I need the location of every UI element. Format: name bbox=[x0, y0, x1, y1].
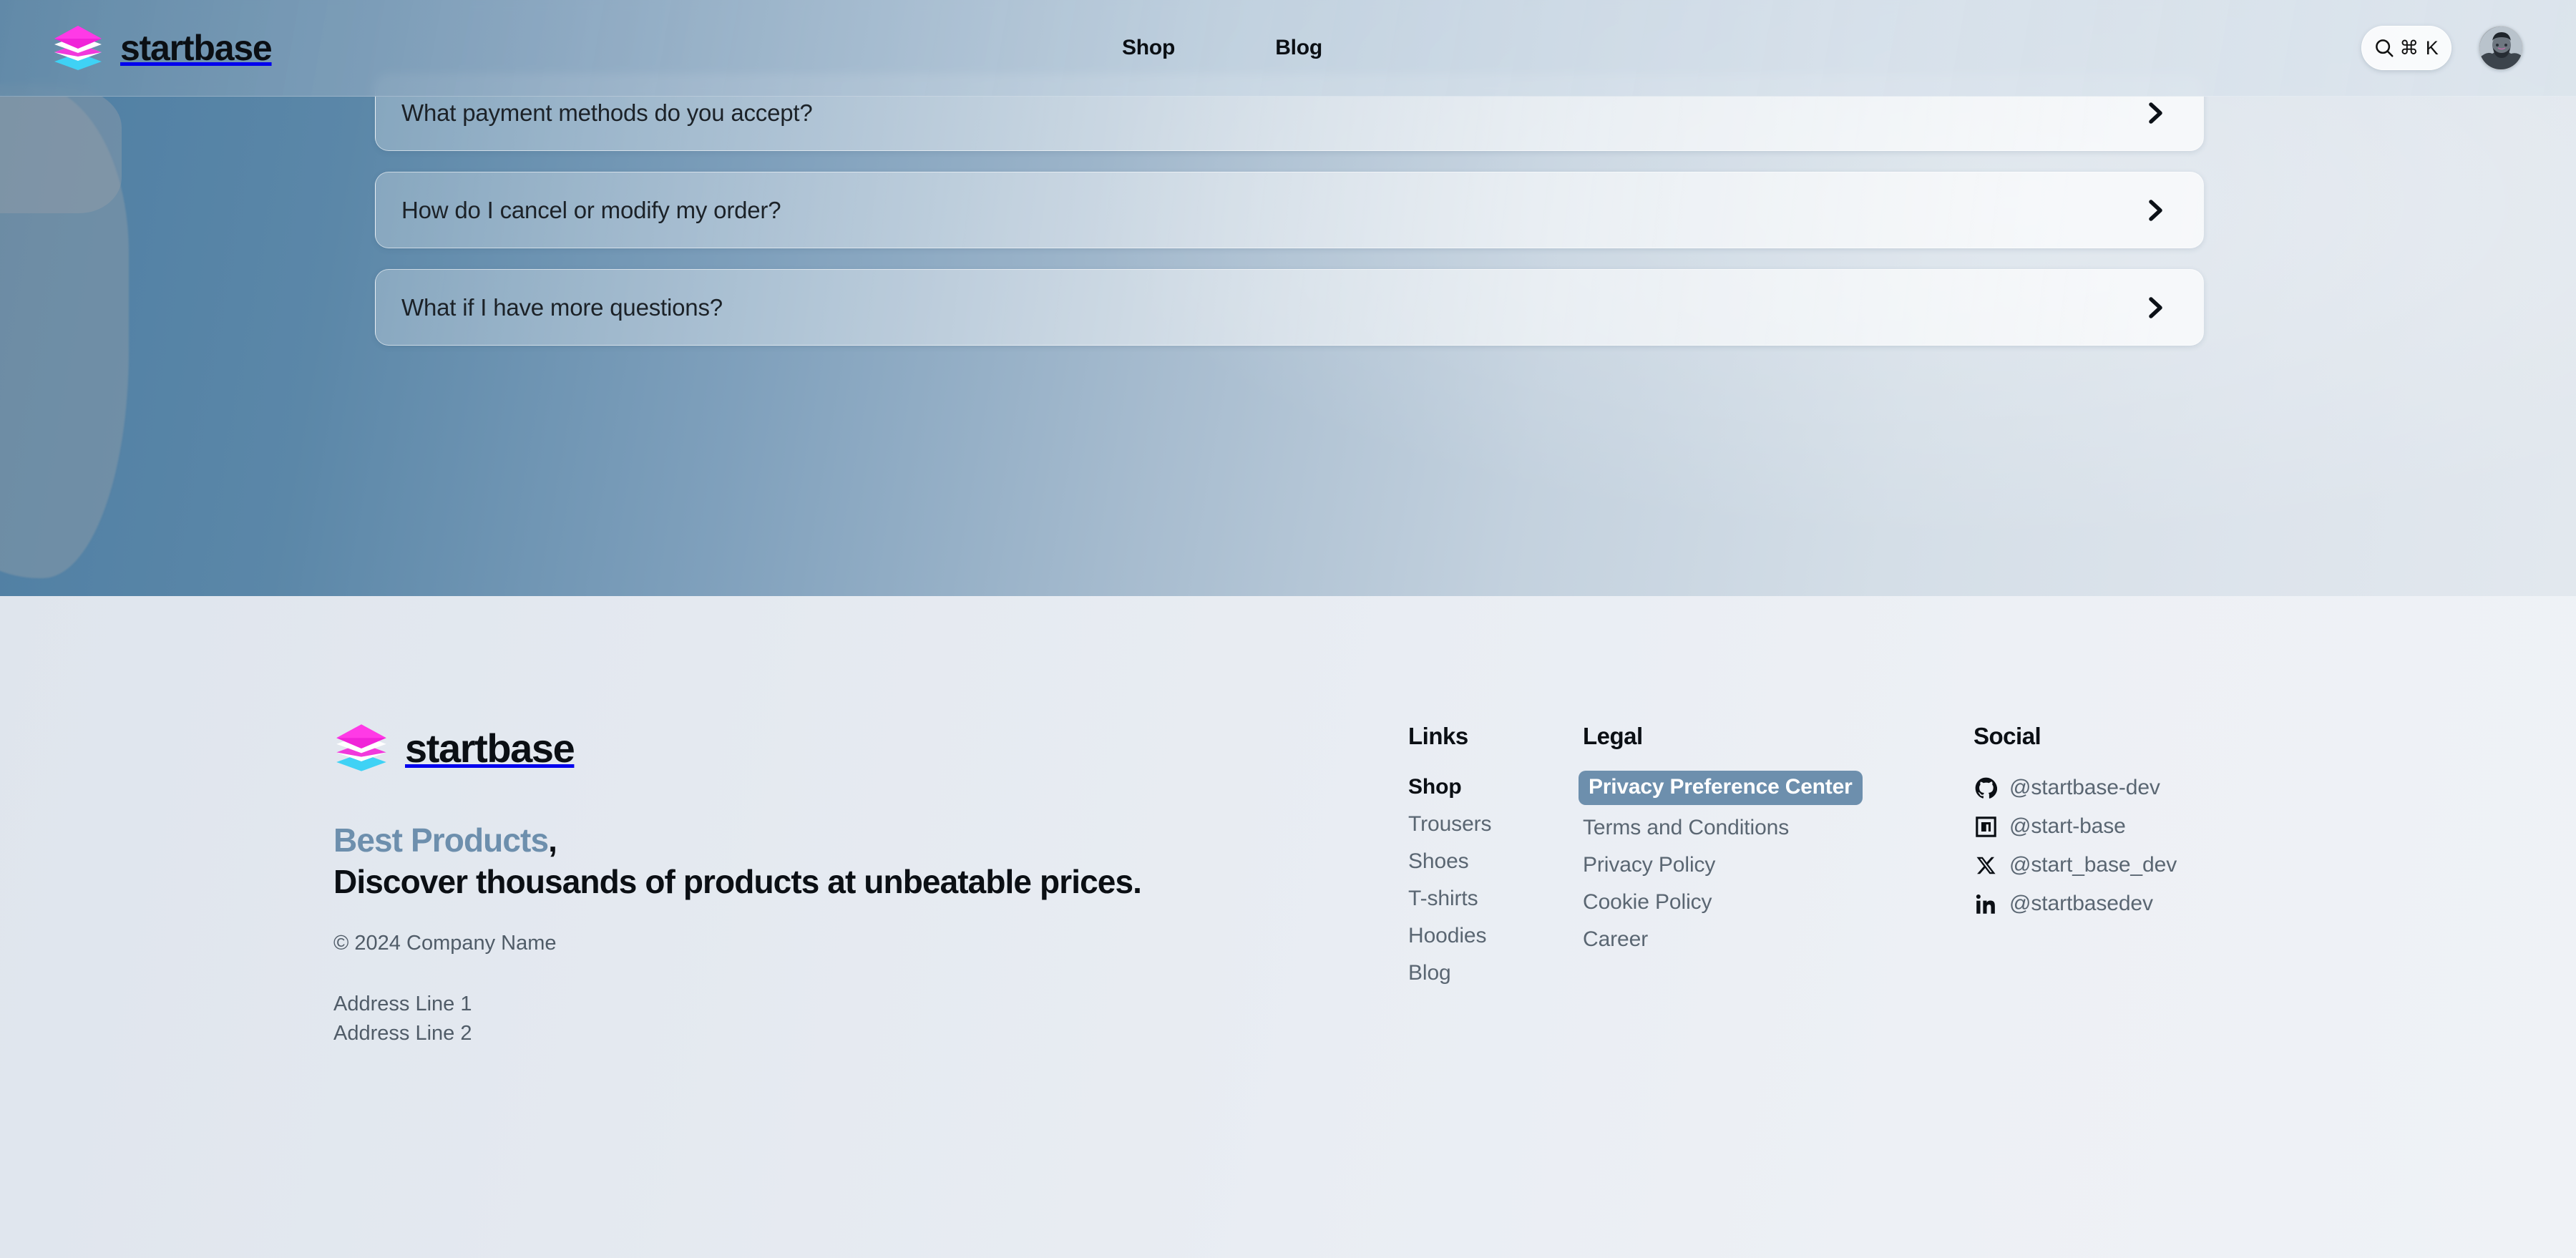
user-avatar[interactable] bbox=[2479, 26, 2523, 70]
footer-link-privacy-preference-center[interactable]: Privacy Preference Center bbox=[1579, 771, 1863, 805]
site-header: startbase Shop Blog ⌘ K bbox=[0, 0, 2576, 97]
startbase-stacked-layers-icon bbox=[52, 24, 104, 72]
brand-name-text: startbase bbox=[120, 28, 273, 68]
faq-accordion-item[interactable]: How do I cancel or modify my order? bbox=[375, 172, 2204, 248]
footer-column-title: Social bbox=[1974, 723, 2041, 749]
header-brand-logo-link[interactable]: startbase bbox=[52, 24, 273, 72]
chevron-right-icon[interactable] bbox=[2140, 97, 2172, 129]
faq-accordion: What payment methods do you accept? How … bbox=[375, 74, 2204, 346]
search-button[interactable]: ⌘ K bbox=[2361, 26, 2451, 70]
github-icon bbox=[1974, 776, 1998, 800]
npm-icon bbox=[1974, 814, 1998, 839]
footer-social-handle: @startbasedev bbox=[2009, 892, 2153, 915]
footer-column-legal: Legal Privacy Preference Center Terms an… bbox=[1579, 723, 1890, 958]
footer-social-handle: @startbase-dev bbox=[2009, 776, 2160, 799]
footer-link-tshirts[interactable]: T-shirts bbox=[1408, 880, 1587, 917]
footer-column-title: Legal bbox=[1583, 723, 1643, 749]
header-actions: ⌘ K bbox=[2361, 26, 2523, 70]
startbase-stacked-layers-icon bbox=[333, 723, 389, 773]
footer-link-cookie-policy[interactable]: Cookie Policy bbox=[1583, 884, 1890, 921]
footer-tagline-accent: Best Products bbox=[333, 821, 549, 859]
linkedin-icon bbox=[1974, 892, 1998, 916]
footer-address: Address Line 1 Address Line 2 bbox=[333, 990, 1321, 1048]
footer-link-blog[interactable]: Blog bbox=[1408, 955, 1587, 992]
footer-link-shop[interactable]: Shop bbox=[1408, 769, 1587, 806]
footer-social-handle: @start-base bbox=[2009, 814, 2126, 838]
footer-link-hoodies[interactable]: Hoodies bbox=[1408, 917, 1587, 955]
faq-question-text: What if I have more questions? bbox=[401, 293, 723, 321]
chevron-right-icon[interactable] bbox=[2140, 292, 2172, 323]
footer-copyright: © 2024 Company Name bbox=[333, 931, 557, 955]
faq-question-text: What payment methods do you accept? bbox=[401, 99, 813, 126]
footer-link-trousers[interactable]: Trousers bbox=[1408, 806, 1587, 843]
footer-social-linkedin[interactable]: @startbasedev bbox=[1974, 884, 2260, 923]
search-shortcut-label: ⌘ K bbox=[2399, 36, 2439, 59]
footer-brand-name-text: startbase bbox=[405, 725, 575, 771]
footer-address-line: Address Line 2 bbox=[333, 1022, 472, 1045]
footer-address-line: Address Line 1 bbox=[333, 992, 472, 1015]
footer-brand-block: startbase Best Products, Discover thousa… bbox=[333, 723, 1321, 1048]
faq-accordion-item[interactable]: What if I have more questions? bbox=[375, 269, 2204, 346]
page-root: What payment methods do you accept? How … bbox=[0, 0, 2576, 1258]
nav-item-blog[interactable]: Blog bbox=[1275, 36, 1322, 60]
footer-link-career[interactable]: Career bbox=[1583, 921, 1890, 958]
footer-brand-logo-link[interactable]: startbase bbox=[333, 723, 1321, 773]
footer-tagline-rest: Discover thousands of products at unbeat… bbox=[333, 862, 1142, 900]
footer-legal-highlight-wrap: Privacy Preference Center bbox=[1579, 769, 1890, 809]
nav-item-shop[interactable]: Shop bbox=[1122, 36, 1175, 60]
footer-social-x-twitter[interactable]: @start_base_dev bbox=[1974, 846, 2260, 884]
footer-tagline-comma: , bbox=[548, 821, 557, 859]
footer-social-handle: @start_base_dev bbox=[2009, 853, 2177, 877]
chevron-right-icon[interactable] bbox=[2140, 195, 2172, 226]
footer-column-social: Social @startbase-dev @start-base @start… bbox=[1974, 723, 2260, 923]
footer-column-title: Links bbox=[1408, 723, 1468, 749]
footer-social-npm[interactable]: @start-base bbox=[1974, 807, 2260, 846]
footer-social-github[interactable]: @startbase-dev bbox=[1974, 769, 2260, 807]
search-icon bbox=[2373, 37, 2395, 59]
footer-tagline: Best Products, Discover thousands of pro… bbox=[333, 820, 1285, 903]
footer-column-links: Links Shop Trousers Shoes T-shirts Hoodi… bbox=[1408, 723, 1587, 992]
footer-link-privacy-policy[interactable]: Privacy Policy bbox=[1583, 847, 1890, 884]
footer-link-shoes[interactable]: Shoes bbox=[1408, 843, 1587, 880]
x-twitter-icon bbox=[1974, 853, 1998, 877]
decorative-blob-shape-secondary bbox=[0, 84, 122, 213]
footer-link-terms-and-conditions[interactable]: Terms and Conditions bbox=[1583, 809, 1890, 847]
faq-question-text: How do I cancel or modify my order? bbox=[401, 196, 781, 223]
header-nav: Shop Blog bbox=[1122, 36, 1322, 60]
